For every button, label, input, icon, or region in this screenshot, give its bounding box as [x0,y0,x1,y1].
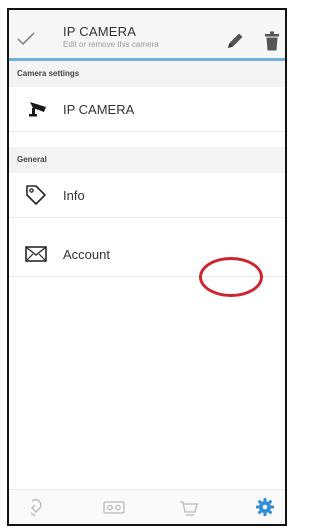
bottom-tab-bar [9,489,285,524]
cctv-camera-icon [29,102,46,117]
tag-icon [26,185,46,205]
camera-label: IP CAMERA [63,102,135,117]
info-label: Info [63,188,85,203]
page-title: IP CAMERA [63,24,137,39]
page-subtitle: Edit or remove this camera [63,40,159,49]
info-row[interactable]: Info [9,173,285,218]
highlight-ellipse [199,257,263,297]
trash-icon[interactable] [265,31,279,51]
section-header-general: General [9,147,285,173]
account-label: Account [63,247,110,262]
gear-icon[interactable] [255,497,275,517]
envelope-icon [25,246,47,262]
pencil-icon[interactable] [225,31,245,51]
check-icon[interactable] [17,32,35,46]
cart-icon[interactable] [179,497,199,517]
camera-row[interactable]: IP CAMERA [9,87,285,132]
cassette-icon[interactable] [103,497,125,517]
header-bar: IP CAMERA Edit or remove this camera [9,10,285,61]
app-frame: IP CAMERA Edit or remove this camera Cam… [7,8,287,526]
lightbulb-icon[interactable] [27,497,47,517]
section-header-camera-settings: Camera settings [9,61,285,87]
